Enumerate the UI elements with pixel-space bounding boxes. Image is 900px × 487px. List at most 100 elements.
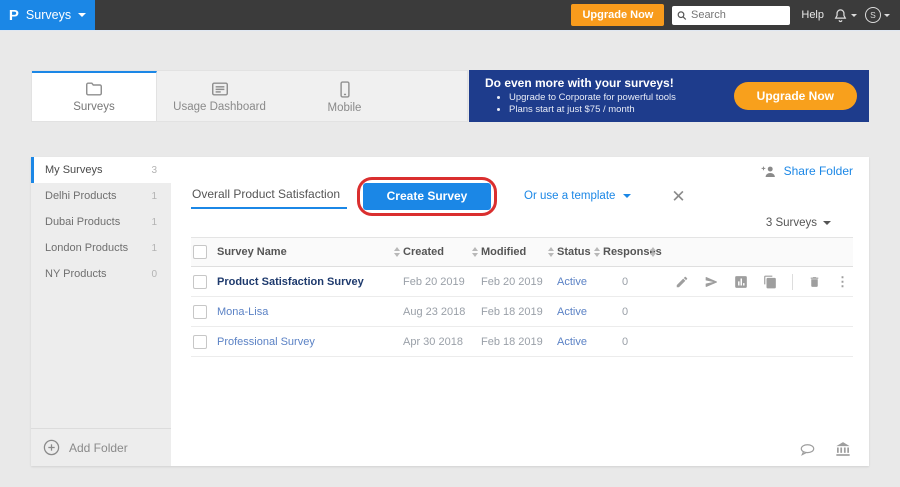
banner-text: Do even more with your surveys! Upgrade … bbox=[485, 76, 676, 117]
tab-label: Mobile bbox=[328, 102, 362, 114]
sort-icon[interactable] bbox=[545, 247, 557, 257]
delete-trash-icon[interactable] bbox=[808, 275, 821, 289]
use-template-label: Or use a template bbox=[524, 190, 615, 202]
status-badge: Active bbox=[557, 336, 591, 348]
folder-count: 3 bbox=[151, 165, 157, 176]
row-checkbox[interactable] bbox=[193, 335, 207, 349]
folder-count: 1 bbox=[151, 243, 157, 254]
top-navigation-bar: P Surveys Upgrade Now Help S bbox=[0, 0, 900, 31]
upgrade-promo-banner: Do even more with your surveys! Upgrade … bbox=[469, 70, 869, 122]
add-folder-button[interactable]: Add Folder bbox=[31, 428, 171, 466]
banner-bullet-list: Upgrade to Corporate for powerful tools … bbox=[509, 92, 676, 117]
created-date: Apr 30 2018 bbox=[403, 336, 469, 348]
status-badge: Active bbox=[557, 276, 591, 288]
survey-creator-row: Create Survey Or use a template ✕ bbox=[191, 177, 853, 215]
sort-icon[interactable] bbox=[391, 247, 403, 257]
status-badge: Active bbox=[557, 306, 591, 318]
survey-name-link[interactable]: Professional Survey bbox=[217, 336, 391, 348]
folder-label: My Surveys bbox=[45, 164, 102, 176]
new-survey-name-input[interactable] bbox=[191, 184, 347, 209]
modified-date: Feb 18 2019 bbox=[481, 306, 545, 318]
modified-date: Feb 20 2019 bbox=[481, 276, 545, 288]
bell-icon bbox=[833, 8, 848, 23]
sort-icon[interactable] bbox=[647, 247, 659, 257]
account-menu[interactable]: S bbox=[865, 7, 890, 23]
sort-icon[interactable] bbox=[469, 247, 481, 257]
mobile-icon bbox=[338, 81, 352, 98]
tabs-and-banner-row: Surveys Usage Dashboard Mobile Do even m… bbox=[31, 70, 869, 122]
tab-label: Usage Dashboard bbox=[173, 101, 266, 113]
table-row: Mona-Lisa Aug 23 2018 Feb 18 2019 Active… bbox=[191, 297, 853, 327]
folder-icon bbox=[85, 81, 103, 97]
close-x-icon[interactable]: ✕ bbox=[671, 188, 685, 205]
survey-name-link[interactable]: Product Satisfaction Survey bbox=[217, 276, 391, 288]
annotation-highlight-ring: Create Survey bbox=[357, 177, 497, 216]
tab-usage-dashboard[interactable]: Usage Dashboard bbox=[157, 71, 282, 121]
column-header-responses: Responses bbox=[603, 246, 647, 258]
table-row: Product Satisfaction Survey Feb 20 2019 … bbox=[191, 267, 853, 297]
surveys-count-dropdown[interactable]: 3 Surveys bbox=[191, 217, 853, 229]
tab-label: Surveys bbox=[73, 101, 115, 113]
responses-count: 0 bbox=[603, 336, 647, 348]
avatar: S bbox=[865, 7, 881, 23]
folder-count: 0 bbox=[151, 269, 157, 280]
app-menu-label: Surveys bbox=[26, 8, 71, 22]
select-all-checkbox[interactable] bbox=[193, 245, 207, 259]
chevron-down-icon bbox=[851, 14, 857, 17]
chevron-down-icon bbox=[78, 13, 86, 17]
feedback-comment-icon[interactable] bbox=[799, 443, 816, 457]
add-folder-label: Add Folder bbox=[69, 441, 128, 455]
table-header-row: Survey Name Created Modified Status Resp… bbox=[191, 237, 853, 267]
global-search[interactable] bbox=[672, 6, 790, 25]
chevron-down-icon bbox=[823, 221, 831, 225]
column-header-status: Status bbox=[557, 246, 591, 258]
banner-upgrade-now-button[interactable]: Upgrade Now bbox=[734, 82, 857, 110]
sidebar-item-dubai-products[interactable]: Dubai Products 1 bbox=[31, 209, 171, 235]
sidebar-item-my-surveys[interactable]: My Surveys 3 bbox=[31, 157, 171, 183]
folder-label: NY Products bbox=[45, 268, 107, 280]
share-folder-button[interactable]: Share Folder bbox=[761, 164, 853, 178]
share-person-add-icon bbox=[761, 165, 777, 178]
chevron-down-icon bbox=[623, 194, 631, 198]
sidebar-item-ny-products[interactable]: NY Products 0 bbox=[31, 261, 171, 287]
survey-name-link[interactable]: Mona-Lisa bbox=[217, 306, 391, 318]
column-header-modified: Modified bbox=[481, 246, 545, 258]
folders-sidebar: My Surveys 3 Delhi Products 1 Dubai Prod… bbox=[31, 157, 171, 466]
surveys-panel: My Surveys 3 Delhi Products 1 Dubai Prod… bbox=[31, 157, 869, 466]
created-date: Aug 23 2018 bbox=[403, 306, 469, 318]
search-input[interactable] bbox=[691, 9, 785, 21]
edit-pencil-icon[interactable] bbox=[675, 275, 689, 289]
panel-footer-icons bbox=[799, 442, 851, 457]
archive-bank-icon[interactable] bbox=[835, 442, 851, 457]
analytics-chart-icon[interactable] bbox=[734, 275, 748, 289]
folder-label: London Products bbox=[45, 242, 128, 254]
avatar-initial: S bbox=[870, 10, 876, 20]
use-template-dropdown[interactable]: Or use a template bbox=[524, 190, 631, 202]
folder-count: 1 bbox=[151, 191, 157, 202]
sidebar-item-london-products[interactable]: London Products 1 bbox=[31, 235, 171, 261]
surveys-count-label: 3 Surveys bbox=[766, 217, 817, 229]
sort-icon[interactable] bbox=[591, 247, 603, 257]
upgrade-now-button[interactable]: Upgrade Now bbox=[571, 4, 664, 26]
tab-surveys[interactable]: Surveys bbox=[32, 71, 157, 121]
view-tabs: Surveys Usage Dashboard Mobile bbox=[31, 70, 468, 122]
create-survey-button[interactable]: Create Survey bbox=[363, 183, 491, 210]
row-checkbox[interactable] bbox=[193, 305, 207, 319]
folder-count: 1 bbox=[151, 217, 157, 228]
row-checkbox[interactable] bbox=[193, 275, 207, 289]
app-logo-surveys-menu[interactable]: P Surveys bbox=[0, 0, 95, 30]
more-vertical-dots-icon[interactable]: ⋮ bbox=[836, 275, 849, 288]
dashboard-icon bbox=[211, 81, 229, 97]
sidebar-item-delhi-products[interactable]: Delhi Products 1 bbox=[31, 183, 171, 209]
notifications-menu[interactable] bbox=[833, 8, 857, 23]
column-header-created: Created bbox=[403, 246, 469, 258]
banner-bullet: Upgrade to Corporate for powerful tools bbox=[509, 92, 676, 104]
send-plane-icon[interactable] bbox=[704, 275, 719, 289]
help-link[interactable]: Help bbox=[801, 9, 824, 21]
tab-mobile[interactable]: Mobile bbox=[282, 71, 407, 121]
copy-icon[interactable] bbox=[763, 275, 777, 289]
table-row: Professional Survey Apr 30 2018 Feb 18 2… bbox=[191, 327, 853, 357]
folder-label: Delhi Products bbox=[45, 190, 117, 202]
search-icon bbox=[677, 10, 687, 21]
created-date: Feb 20 2019 bbox=[403, 276, 469, 288]
